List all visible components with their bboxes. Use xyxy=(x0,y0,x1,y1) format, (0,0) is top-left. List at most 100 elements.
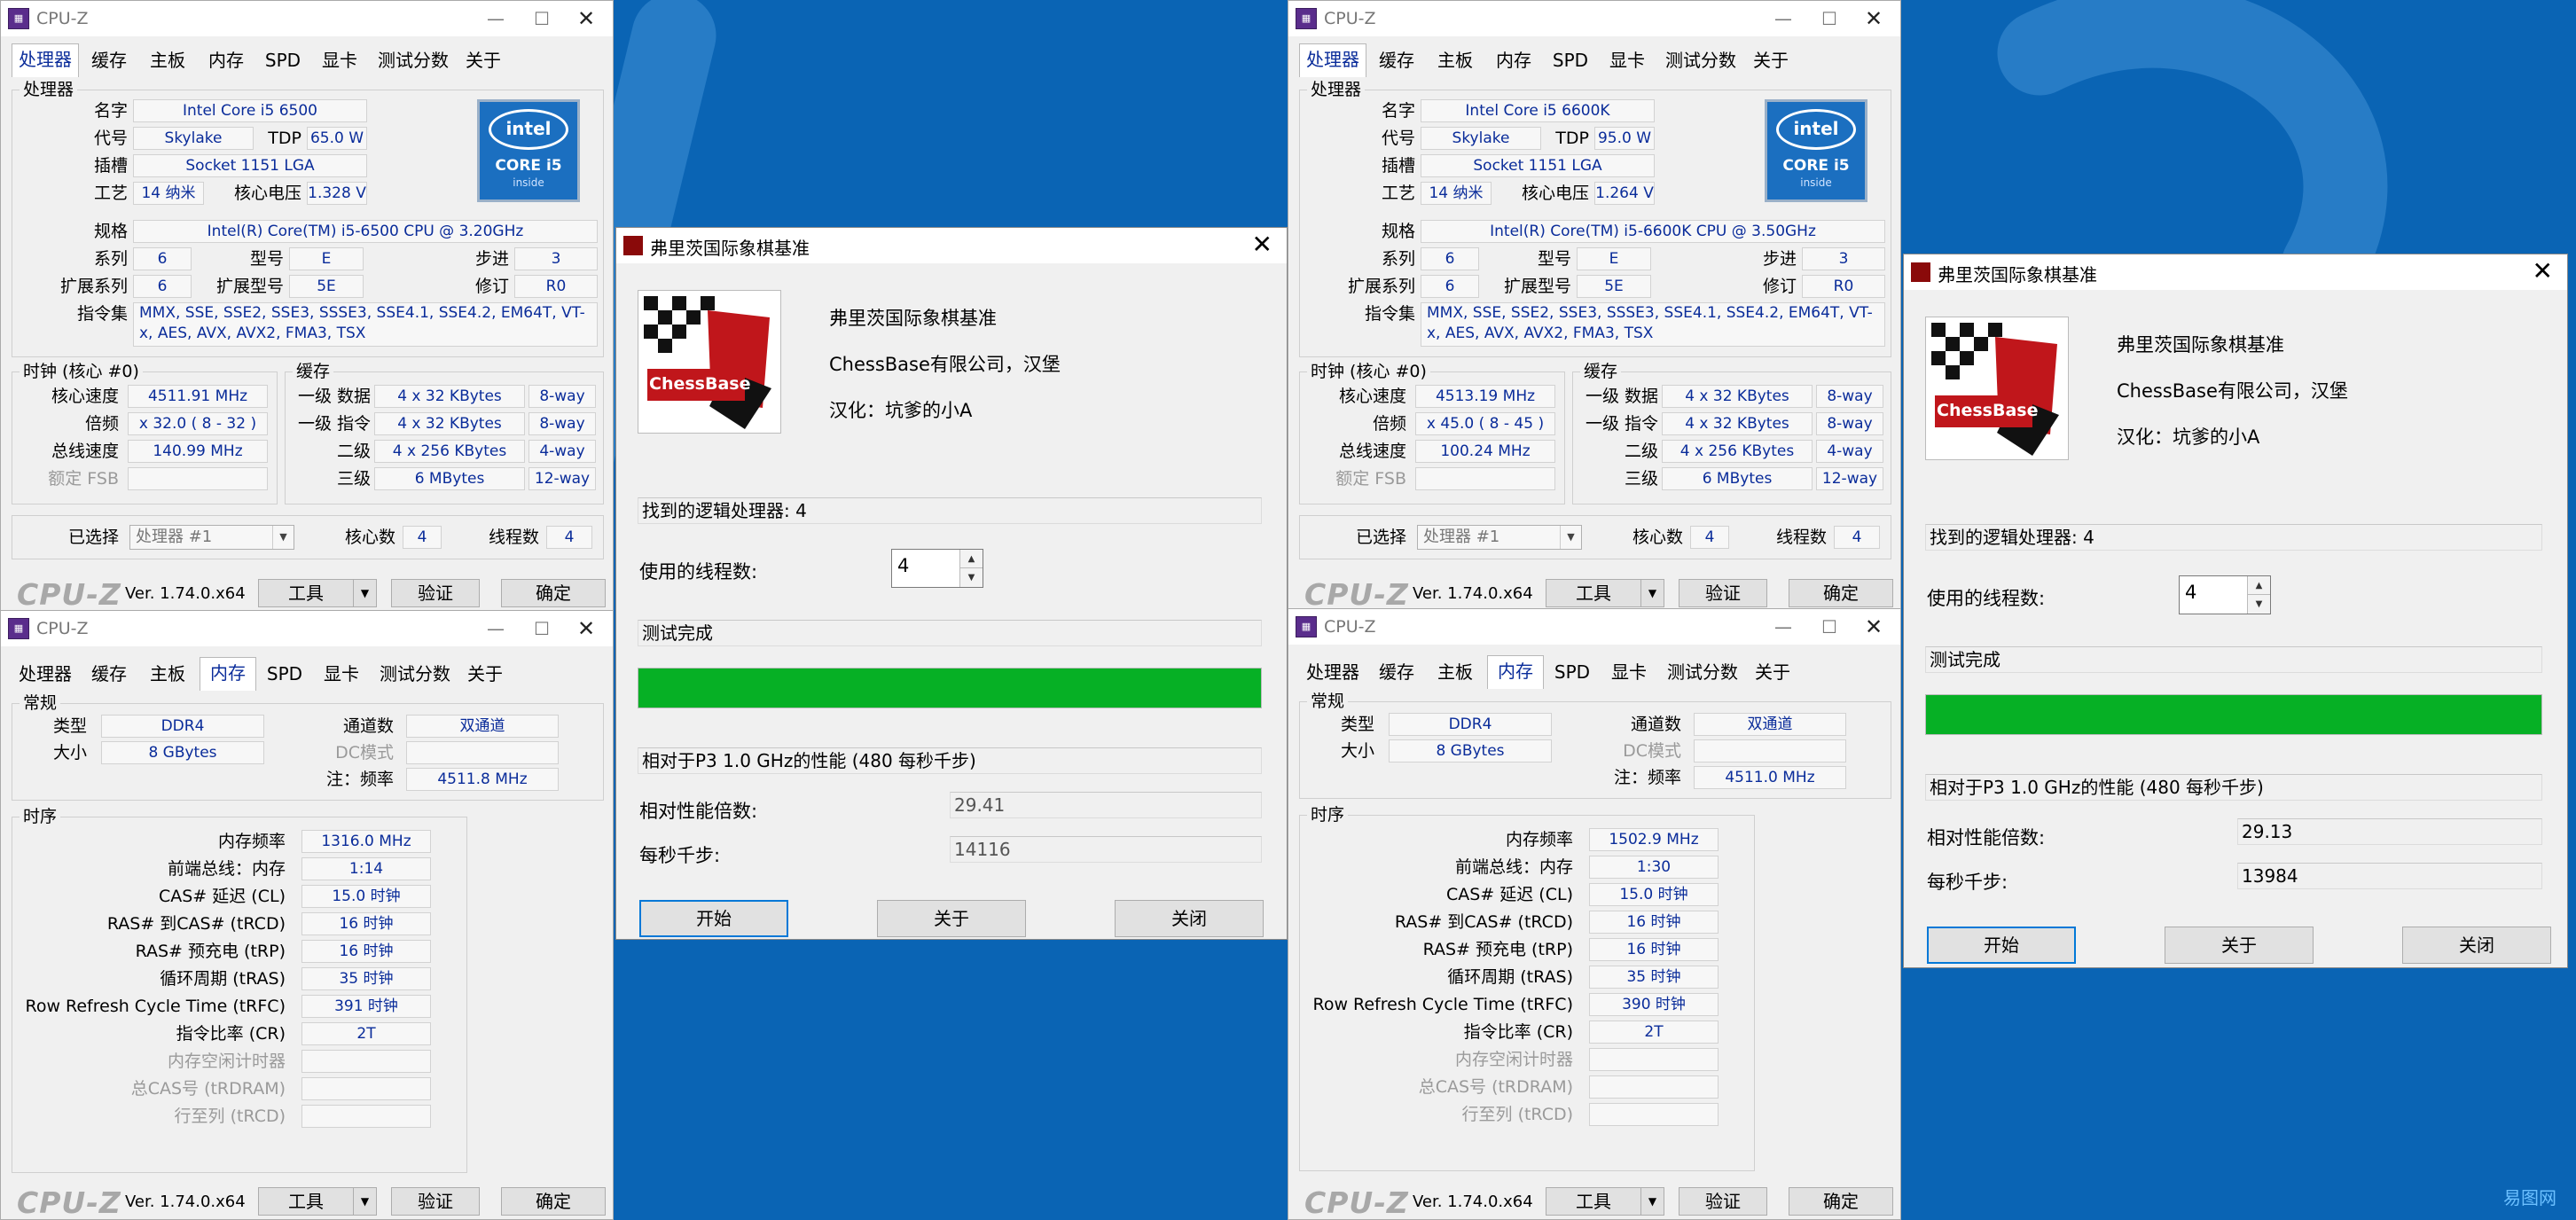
tab-graphics[interactable]: 显卡 xyxy=(1601,45,1654,75)
tab-about[interactable]: 关于 xyxy=(460,45,506,75)
about-button[interactable]: 关于 xyxy=(2165,927,2314,964)
maximize-icon[interactable]: ☐ xyxy=(521,4,563,33)
tools-button[interactable]: 工具 ▼ xyxy=(1546,1187,1664,1216)
start-button[interactable]: 开始 xyxy=(639,900,788,937)
tab-mainboard[interactable]: 主板 xyxy=(1429,657,1482,687)
tab-memory[interactable]: 内存 xyxy=(200,657,256,691)
spec-value: Intel(R) Core(TM) i5-6600K CPU @ 3.50GHz xyxy=(1421,220,1885,243)
tab-about[interactable]: 关于 xyxy=(1750,657,1796,687)
spinner-down-icon[interactable]: ▼ xyxy=(2247,595,2270,614)
start-button[interactable]: 开始 xyxy=(1927,927,2076,964)
threads-spinner[interactable]: 4 ▲ ▼ xyxy=(2179,575,2271,614)
tab-cpu[interactable]: 处理器 xyxy=(1299,43,1366,77)
nb-freq-label: 注：频率 xyxy=(1613,768,1681,787)
title-bar[interactable]: ▦ CPU-Z — ☐ ✕ xyxy=(1288,609,1900,645)
spinner-down-icon[interactable]: ▼ xyxy=(959,568,983,587)
tab-spd[interactable]: SPD xyxy=(1546,45,1595,75)
tab-graphics[interactable]: 显卡 xyxy=(315,659,368,689)
cl-value: 15.0 时钟 xyxy=(1589,883,1719,906)
minimize-icon[interactable]: — xyxy=(1762,613,1805,641)
tab-bench[interactable]: 测试分数 xyxy=(373,659,457,689)
cr-value: 2T xyxy=(1589,1021,1719,1044)
tab-memory[interactable]: 内存 xyxy=(1487,655,1544,689)
tab-mainboard[interactable]: 主板 xyxy=(141,659,194,689)
tab-memory[interactable]: 内存 xyxy=(1487,45,1540,75)
processor-select[interactable]: 处理器 #1 ▼ xyxy=(1417,525,1582,550)
app-name: 弗里茨国际象棋基准 xyxy=(829,308,997,329)
threads-value: 4 xyxy=(1834,526,1880,549)
tab-about[interactable]: 关于 xyxy=(1748,45,1794,75)
tab-cpu[interactable]: 处理器 xyxy=(12,659,79,689)
tab-graphics[interactable]: 显卡 xyxy=(313,45,366,75)
l1d-way: 8-way xyxy=(529,385,596,408)
about-button[interactable]: 关于 xyxy=(877,900,1026,937)
title-bar[interactable]: ▦ CPU-Z — ☐ ✕ xyxy=(1,611,613,646)
tab-bench[interactable]: 测试分数 xyxy=(1661,657,1744,687)
chevron-down-icon[interactable]: ▼ xyxy=(1640,1188,1664,1215)
minimize-icon[interactable]: — xyxy=(474,4,517,33)
tab-bench[interactable]: 测试分数 xyxy=(372,45,455,75)
chevron-down-icon[interactable]: ▼ xyxy=(353,580,376,606)
title-bar[interactable]: ▦ CPU-Z — ☐ ✕ xyxy=(1,1,613,36)
tab-graphics[interactable]: 显卡 xyxy=(1602,657,1656,687)
close-icon[interactable]: ✕ xyxy=(1852,613,1895,641)
validate-button[interactable]: 验证 xyxy=(1679,1187,1767,1216)
tab-memory[interactable]: 内存 xyxy=(200,45,253,75)
status-field: 测试完成 xyxy=(1925,646,2542,673)
family-value: 6 xyxy=(1421,247,1479,270)
tab-about[interactable]: 关于 xyxy=(462,659,508,689)
l3-way: 12-way xyxy=(1816,467,1883,490)
instructions-label: 指令集 xyxy=(1364,304,1415,324)
ok-button[interactable]: 确定 xyxy=(1789,1187,1893,1216)
close-icon[interactable]: ✕ xyxy=(1252,230,1272,259)
close-button[interactable]: 关闭 xyxy=(1115,900,1264,937)
chevron-down-icon[interactable]: ▼ xyxy=(353,1188,376,1215)
maximize-icon[interactable]: ☐ xyxy=(1808,4,1851,33)
maximize-icon[interactable]: ☐ xyxy=(521,614,563,643)
relative-performance-header: 相对于P3 1.0 GHz的性能 (480 每秒千步) xyxy=(638,747,1262,774)
title-bar[interactable]: ▦ CPU-Z — ☐ ✕ xyxy=(1288,1,1900,36)
validate-button[interactable]: 验证 xyxy=(391,579,480,607)
tab-spd[interactable]: SPD xyxy=(260,659,309,689)
ok-button[interactable]: 确定 xyxy=(501,579,606,607)
close-icon[interactable]: ✕ xyxy=(565,4,607,33)
chevron-down-icon[interactable]: ▼ xyxy=(1640,580,1664,606)
minimize-icon[interactable]: — xyxy=(474,614,517,643)
threads-spinner[interactable]: 4 ▲ ▼ xyxy=(891,549,983,588)
trfc-value: 390 时钟 xyxy=(1589,993,1719,1016)
tab-caches[interactable]: 缓存 xyxy=(1370,45,1423,75)
tools-button[interactable]: 工具 ▼ xyxy=(258,1187,377,1216)
tab-caches[interactable]: 缓存 xyxy=(1370,657,1423,687)
chevron-down-icon: ▼ xyxy=(272,526,294,549)
close-icon[interactable]: ✕ xyxy=(1852,4,1895,33)
intel-brand: intel xyxy=(1776,109,1856,150)
tab-caches[interactable]: 缓存 xyxy=(82,659,136,689)
ok-button[interactable]: 确定 xyxy=(501,1187,606,1216)
ok-button[interactable]: 确定 xyxy=(1789,579,1893,607)
spinner-up-icon[interactable]: ▲ xyxy=(959,550,983,568)
tab-cpu[interactable]: 处理器 xyxy=(12,43,79,77)
dialog-body: ChessBase 弗里茨国际象棋基准 ChessBase有限公司，汉堡 汉化：… xyxy=(1904,290,2567,967)
cpuz-footer-logo: CPU-Z xyxy=(1304,577,1409,612)
validate-button[interactable]: 验证 xyxy=(1679,579,1767,607)
logical-processors-field: 找到的逻辑处理器: 4 xyxy=(1925,524,2542,551)
tab-spd[interactable]: SPD xyxy=(1547,657,1597,687)
close-icon[interactable]: ✕ xyxy=(565,614,607,643)
minimize-icon[interactable]: — xyxy=(1762,4,1805,33)
tools-button[interactable]: 工具 ▼ xyxy=(1546,579,1664,607)
tab-spd[interactable]: SPD xyxy=(258,45,308,75)
tras-label: 循环周期 (tRAS) xyxy=(1447,967,1573,987)
tab-mainboard[interactable]: 主板 xyxy=(141,45,194,75)
validate-button[interactable]: 验证 xyxy=(391,1187,480,1216)
spinner-up-icon[interactable]: ▲ xyxy=(2247,576,2270,595)
maximize-icon[interactable]: ☐ xyxy=(1808,613,1851,641)
tab-cpu[interactable]: 处理器 xyxy=(1299,657,1366,687)
tab-caches[interactable]: 缓存 xyxy=(82,45,136,75)
tools-button[interactable]: 工具 ▼ xyxy=(258,579,377,607)
group-title: 缓存 xyxy=(293,361,334,382)
processor-select[interactable]: 处理器 #1 ▼ xyxy=(129,525,294,550)
tab-bench[interactable]: 测试分数 xyxy=(1659,45,1742,75)
close-button[interactable]: 关闭 xyxy=(2402,927,2551,964)
close-icon[interactable]: ✕ xyxy=(2533,256,2553,285)
tab-mainboard[interactable]: 主板 xyxy=(1429,45,1482,75)
